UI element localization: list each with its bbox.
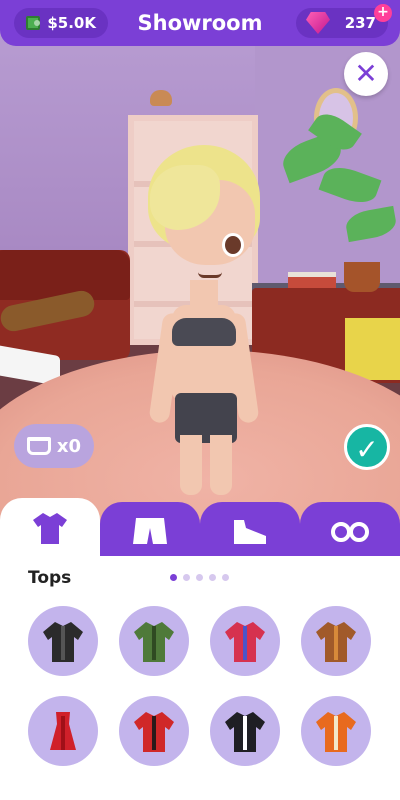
cash-amount: $5.0K bbox=[47, 14, 96, 32]
orange-vest-outfit-icon bbox=[316, 712, 356, 752]
books bbox=[288, 272, 336, 288]
sofa-back bbox=[0, 250, 130, 300]
shirt-icon bbox=[33, 513, 67, 544]
item-black-tuxedo[interactable] bbox=[210, 696, 280, 766]
basket-icon bbox=[26, 437, 51, 455]
tab-accessories[interactable] bbox=[300, 502, 400, 562]
brown-plaid-coat-icon bbox=[316, 622, 356, 662]
cash-display[interactable]: $5.0K bbox=[14, 8, 108, 38]
avatar-top bbox=[172, 318, 236, 346]
add-gems-button[interactable]: + bbox=[374, 4, 392, 22]
items-panel: Tops bbox=[0, 556, 400, 800]
camo-jacket-icon bbox=[134, 622, 174, 662]
confirm-button[interactable]: ✓ bbox=[344, 424, 390, 470]
red-plaid-shirt-icon bbox=[134, 712, 174, 752]
cash-icon bbox=[26, 16, 41, 30]
shoe-icon bbox=[234, 520, 266, 544]
cabinet-panel bbox=[345, 318, 400, 380]
checkmark-icon: ✓ bbox=[355, 433, 379, 466]
item-black-leather-jacket[interactable] bbox=[28, 606, 98, 676]
page-indicator bbox=[170, 574, 229, 581]
basket-count: x0 bbox=[56, 435, 82, 457]
shorts-icon bbox=[133, 518, 167, 544]
close-button[interactable]: ✕ bbox=[344, 52, 388, 96]
page-dot[interactable] bbox=[183, 574, 190, 581]
page-dot[interactable] bbox=[196, 574, 203, 581]
page-dot[interactable] bbox=[170, 574, 177, 581]
black-tuxedo-icon bbox=[225, 712, 265, 752]
page-dot[interactable] bbox=[222, 574, 229, 581]
item-red-plaid-shirt[interactable] bbox=[119, 696, 189, 766]
items-grid bbox=[28, 606, 378, 766]
tab-tops[interactable] bbox=[0, 498, 100, 558]
red-blue-shirt-icon bbox=[225, 622, 265, 662]
basket-button[interactable]: x0 bbox=[14, 424, 94, 468]
close-icon: ✕ bbox=[354, 57, 378, 90]
plant-pot bbox=[344, 262, 380, 292]
glasses-icon bbox=[331, 522, 369, 542]
gem-icon bbox=[306, 12, 330, 34]
item-brown-plaid-coat[interactable] bbox=[301, 606, 371, 676]
item-red-dress[interactable] bbox=[28, 696, 98, 766]
red-dress-icon bbox=[50, 712, 76, 750]
category-tabs bbox=[0, 498, 400, 562]
gem-count: 237 bbox=[344, 14, 376, 32]
category-title: Tops bbox=[28, 568, 72, 588]
tab-shoes[interactable] bbox=[200, 502, 300, 562]
item-orange-vest-outfit[interactable] bbox=[301, 696, 371, 766]
top-bar: $5.0K Showroom 237 + bbox=[0, 0, 400, 46]
tab-bottoms[interactable] bbox=[100, 502, 200, 562]
item-camo-jacket[interactable] bbox=[119, 606, 189, 676]
item-red-blue-shirt[interactable] bbox=[210, 606, 280, 676]
avatar-character[interactable] bbox=[120, 135, 270, 495]
black-leather-jacket-icon bbox=[43, 622, 83, 662]
page-dot[interactable] bbox=[209, 574, 216, 581]
wall-lamp bbox=[150, 90, 172, 106]
